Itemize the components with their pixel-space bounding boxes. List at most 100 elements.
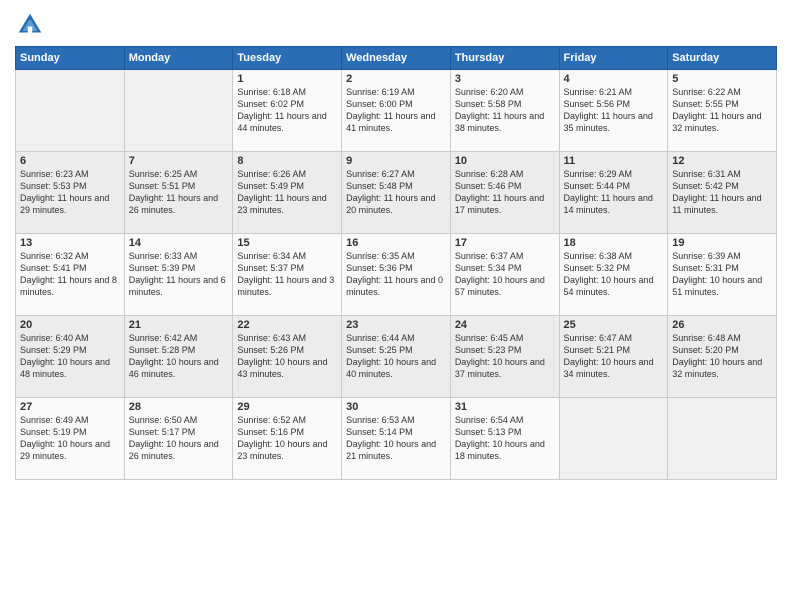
day-header-saturday: Saturday (668, 47, 777, 70)
week-row-1: 1Sunrise: 6:18 AM Sunset: 6:02 PM Daylig… (16, 70, 777, 152)
day-info: Sunrise: 6:42 AM Sunset: 5:28 PM Dayligh… (129, 332, 229, 381)
calendar-cell: 30Sunrise: 6:53 AM Sunset: 5:14 PM Dayli… (342, 398, 451, 480)
day-info: Sunrise: 6:33 AM Sunset: 5:39 PM Dayligh… (129, 250, 229, 299)
day-info: Sunrise: 6:20 AM Sunset: 5:58 PM Dayligh… (455, 86, 555, 135)
day-number: 3 (455, 73, 555, 85)
calendar-cell (559, 398, 668, 480)
calendar-cell: 17Sunrise: 6:37 AM Sunset: 5:34 PM Dayli… (450, 234, 559, 316)
day-info: Sunrise: 6:52 AM Sunset: 5:16 PM Dayligh… (237, 414, 337, 463)
calendar-cell: 21Sunrise: 6:42 AM Sunset: 5:28 PM Dayli… (124, 316, 233, 398)
day-info: Sunrise: 6:47 AM Sunset: 5:21 PM Dayligh… (564, 332, 664, 381)
day-number: 15 (237, 237, 337, 249)
day-header-wednesday: Wednesday (342, 47, 451, 70)
day-info: Sunrise: 6:37 AM Sunset: 5:34 PM Dayligh… (455, 250, 555, 299)
calendar-cell: 24Sunrise: 6:45 AM Sunset: 5:23 PM Dayli… (450, 316, 559, 398)
calendar-cell: 13Sunrise: 6:32 AM Sunset: 5:41 PM Dayli… (16, 234, 125, 316)
calendar-cell: 2Sunrise: 6:19 AM Sunset: 6:00 PM Daylig… (342, 70, 451, 152)
week-row-3: 13Sunrise: 6:32 AM Sunset: 5:41 PM Dayli… (16, 234, 777, 316)
calendar-cell: 8Sunrise: 6:26 AM Sunset: 5:49 PM Daylig… (233, 152, 342, 234)
day-number: 4 (564, 73, 664, 85)
day-info: Sunrise: 6:40 AM Sunset: 5:29 PM Dayligh… (20, 332, 120, 381)
day-number: 24 (455, 319, 555, 331)
day-number: 29 (237, 401, 337, 413)
calendar-cell: 19Sunrise: 6:39 AM Sunset: 5:31 PM Dayli… (668, 234, 777, 316)
day-info: Sunrise: 6:23 AM Sunset: 5:53 PM Dayligh… (20, 168, 120, 217)
day-info: Sunrise: 6:35 AM Sunset: 5:36 PM Dayligh… (346, 250, 446, 299)
logo (15, 10, 49, 40)
calendar-cell (16, 70, 125, 152)
day-info: Sunrise: 6:43 AM Sunset: 5:26 PM Dayligh… (237, 332, 337, 381)
day-info: Sunrise: 6:32 AM Sunset: 5:41 PM Dayligh… (20, 250, 120, 299)
calendar-cell: 12Sunrise: 6:31 AM Sunset: 5:42 PM Dayli… (668, 152, 777, 234)
week-row-2: 6Sunrise: 6:23 AM Sunset: 5:53 PM Daylig… (16, 152, 777, 234)
calendar-cell: 28Sunrise: 6:50 AM Sunset: 5:17 PM Dayli… (124, 398, 233, 480)
day-number: 18 (564, 237, 664, 249)
day-number: 21 (129, 319, 229, 331)
calendar-cell: 16Sunrise: 6:35 AM Sunset: 5:36 PM Dayli… (342, 234, 451, 316)
day-info: Sunrise: 6:53 AM Sunset: 5:14 PM Dayligh… (346, 414, 446, 463)
day-number: 14 (129, 237, 229, 249)
day-info: Sunrise: 6:50 AM Sunset: 5:17 PM Dayligh… (129, 414, 229, 463)
day-number: 8 (237, 155, 337, 167)
day-number: 10 (455, 155, 555, 167)
calendar-cell (668, 398, 777, 480)
calendar-cell: 5Sunrise: 6:22 AM Sunset: 5:55 PM Daylig… (668, 70, 777, 152)
calendar-cell: 1Sunrise: 6:18 AM Sunset: 6:02 PM Daylig… (233, 70, 342, 152)
calendar-cell: 9Sunrise: 6:27 AM Sunset: 5:48 PM Daylig… (342, 152, 451, 234)
day-info: Sunrise: 6:48 AM Sunset: 5:20 PM Dayligh… (672, 332, 772, 381)
day-number: 17 (455, 237, 555, 249)
day-info: Sunrise: 6:27 AM Sunset: 5:48 PM Dayligh… (346, 168, 446, 217)
calendar-cell: 10Sunrise: 6:28 AM Sunset: 5:46 PM Dayli… (450, 152, 559, 234)
day-number: 27 (20, 401, 120, 413)
calendar-cell (124, 70, 233, 152)
day-header-thursday: Thursday (450, 47, 559, 70)
calendar-cell: 3Sunrise: 6:20 AM Sunset: 5:58 PM Daylig… (450, 70, 559, 152)
day-info: Sunrise: 6:49 AM Sunset: 5:19 PM Dayligh… (20, 414, 120, 463)
day-info: Sunrise: 6:22 AM Sunset: 5:55 PM Dayligh… (672, 86, 772, 135)
calendar-cell: 22Sunrise: 6:43 AM Sunset: 5:26 PM Dayli… (233, 316, 342, 398)
day-info: Sunrise: 6:38 AM Sunset: 5:32 PM Dayligh… (564, 250, 664, 299)
day-number: 22 (237, 319, 337, 331)
day-number: 7 (129, 155, 229, 167)
day-info: Sunrise: 6:31 AM Sunset: 5:42 PM Dayligh… (672, 168, 772, 217)
calendar-cell: 31Sunrise: 6:54 AM Sunset: 5:13 PM Dayli… (450, 398, 559, 480)
page: SundayMondayTuesdayWednesdayThursdayFrid… (0, 0, 792, 612)
day-number: 16 (346, 237, 446, 249)
day-header-row: SundayMondayTuesdayWednesdayThursdayFrid… (16, 47, 777, 70)
day-number: 26 (672, 319, 772, 331)
calendar-cell: 15Sunrise: 6:34 AM Sunset: 5:37 PM Dayli… (233, 234, 342, 316)
day-header-monday: Monday (124, 47, 233, 70)
calendar-cell: 14Sunrise: 6:33 AM Sunset: 5:39 PM Dayli… (124, 234, 233, 316)
day-header-sunday: Sunday (16, 47, 125, 70)
calendar-cell: 29Sunrise: 6:52 AM Sunset: 5:16 PM Dayli… (233, 398, 342, 480)
day-info: Sunrise: 6:28 AM Sunset: 5:46 PM Dayligh… (455, 168, 555, 217)
header (15, 10, 777, 40)
calendar-cell: 4Sunrise: 6:21 AM Sunset: 5:56 PM Daylig… (559, 70, 668, 152)
logo-icon (15, 10, 45, 40)
day-number: 25 (564, 319, 664, 331)
day-number: 12 (672, 155, 772, 167)
day-number: 30 (346, 401, 446, 413)
calendar-table: SundayMondayTuesdayWednesdayThursdayFrid… (15, 46, 777, 480)
day-number: 19 (672, 237, 772, 249)
day-header-tuesday: Tuesday (233, 47, 342, 70)
day-number: 11 (564, 155, 664, 167)
calendar-cell: 18Sunrise: 6:38 AM Sunset: 5:32 PM Dayli… (559, 234, 668, 316)
calendar-cell: 6Sunrise: 6:23 AM Sunset: 5:53 PM Daylig… (16, 152, 125, 234)
day-number: 2 (346, 73, 446, 85)
day-info: Sunrise: 6:34 AM Sunset: 5:37 PM Dayligh… (237, 250, 337, 299)
calendar-cell: 26Sunrise: 6:48 AM Sunset: 5:20 PM Dayli… (668, 316, 777, 398)
day-info: Sunrise: 6:54 AM Sunset: 5:13 PM Dayligh… (455, 414, 555, 463)
week-row-5: 27Sunrise: 6:49 AM Sunset: 5:19 PM Dayli… (16, 398, 777, 480)
day-number: 20 (20, 319, 120, 331)
day-info: Sunrise: 6:45 AM Sunset: 5:23 PM Dayligh… (455, 332, 555, 381)
day-info: Sunrise: 6:29 AM Sunset: 5:44 PM Dayligh… (564, 168, 664, 217)
day-number: 13 (20, 237, 120, 249)
calendar-cell: 20Sunrise: 6:40 AM Sunset: 5:29 PM Dayli… (16, 316, 125, 398)
week-row-4: 20Sunrise: 6:40 AM Sunset: 5:29 PM Dayli… (16, 316, 777, 398)
day-header-friday: Friday (559, 47, 668, 70)
day-info: Sunrise: 6:18 AM Sunset: 6:02 PM Dayligh… (237, 86, 337, 135)
calendar-cell: 25Sunrise: 6:47 AM Sunset: 5:21 PM Dayli… (559, 316, 668, 398)
day-info: Sunrise: 6:21 AM Sunset: 5:56 PM Dayligh… (564, 86, 664, 135)
calendar-cell: 11Sunrise: 6:29 AM Sunset: 5:44 PM Dayli… (559, 152, 668, 234)
